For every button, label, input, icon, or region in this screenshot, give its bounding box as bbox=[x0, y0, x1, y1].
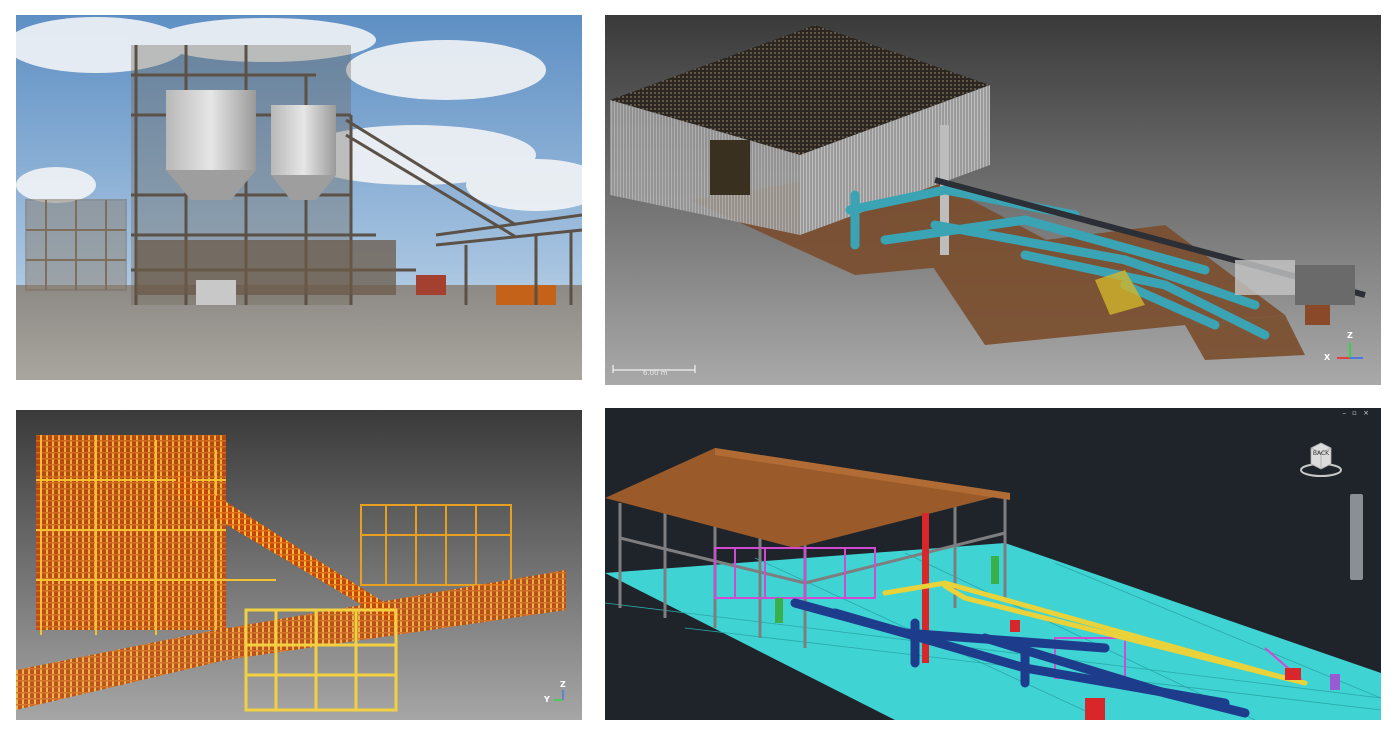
plant-photo-drawing bbox=[16, 15, 582, 380]
point-cloud-rgb-drawing bbox=[605, 15, 1381, 385]
cad-model-drawing bbox=[605, 408, 1381, 720]
axis-x-label: X bbox=[1324, 353, 1331, 362]
view-cube-icon bbox=[1300, 442, 1342, 477]
plant-photo bbox=[16, 15, 582, 380]
scale-label: 6.00 m bbox=[643, 369, 668, 377]
view-cube[interactable]: BACK bbox=[1299, 436, 1343, 480]
point-cloud-intensity-view[interactable]: Y Z bbox=[16, 410, 582, 720]
point-cloud-intensity-drawing bbox=[16, 410, 582, 720]
axis-z-label: Z bbox=[560, 680, 566, 689]
axis-y-label: Y bbox=[544, 695, 550, 704]
window-controls[interactable]: – ▫ × bbox=[1342, 409, 1371, 417]
axis-z-label: Z bbox=[1347, 331, 1353, 340]
cad-model-view[interactable]: – ▫ × BACK bbox=[605, 408, 1381, 720]
point-cloud-rgb-view[interactable]: 6.00 m X Z bbox=[605, 15, 1381, 385]
view-cube-label: BACK bbox=[1312, 450, 1330, 457]
navigation-bar[interactable] bbox=[1350, 494, 1363, 580]
